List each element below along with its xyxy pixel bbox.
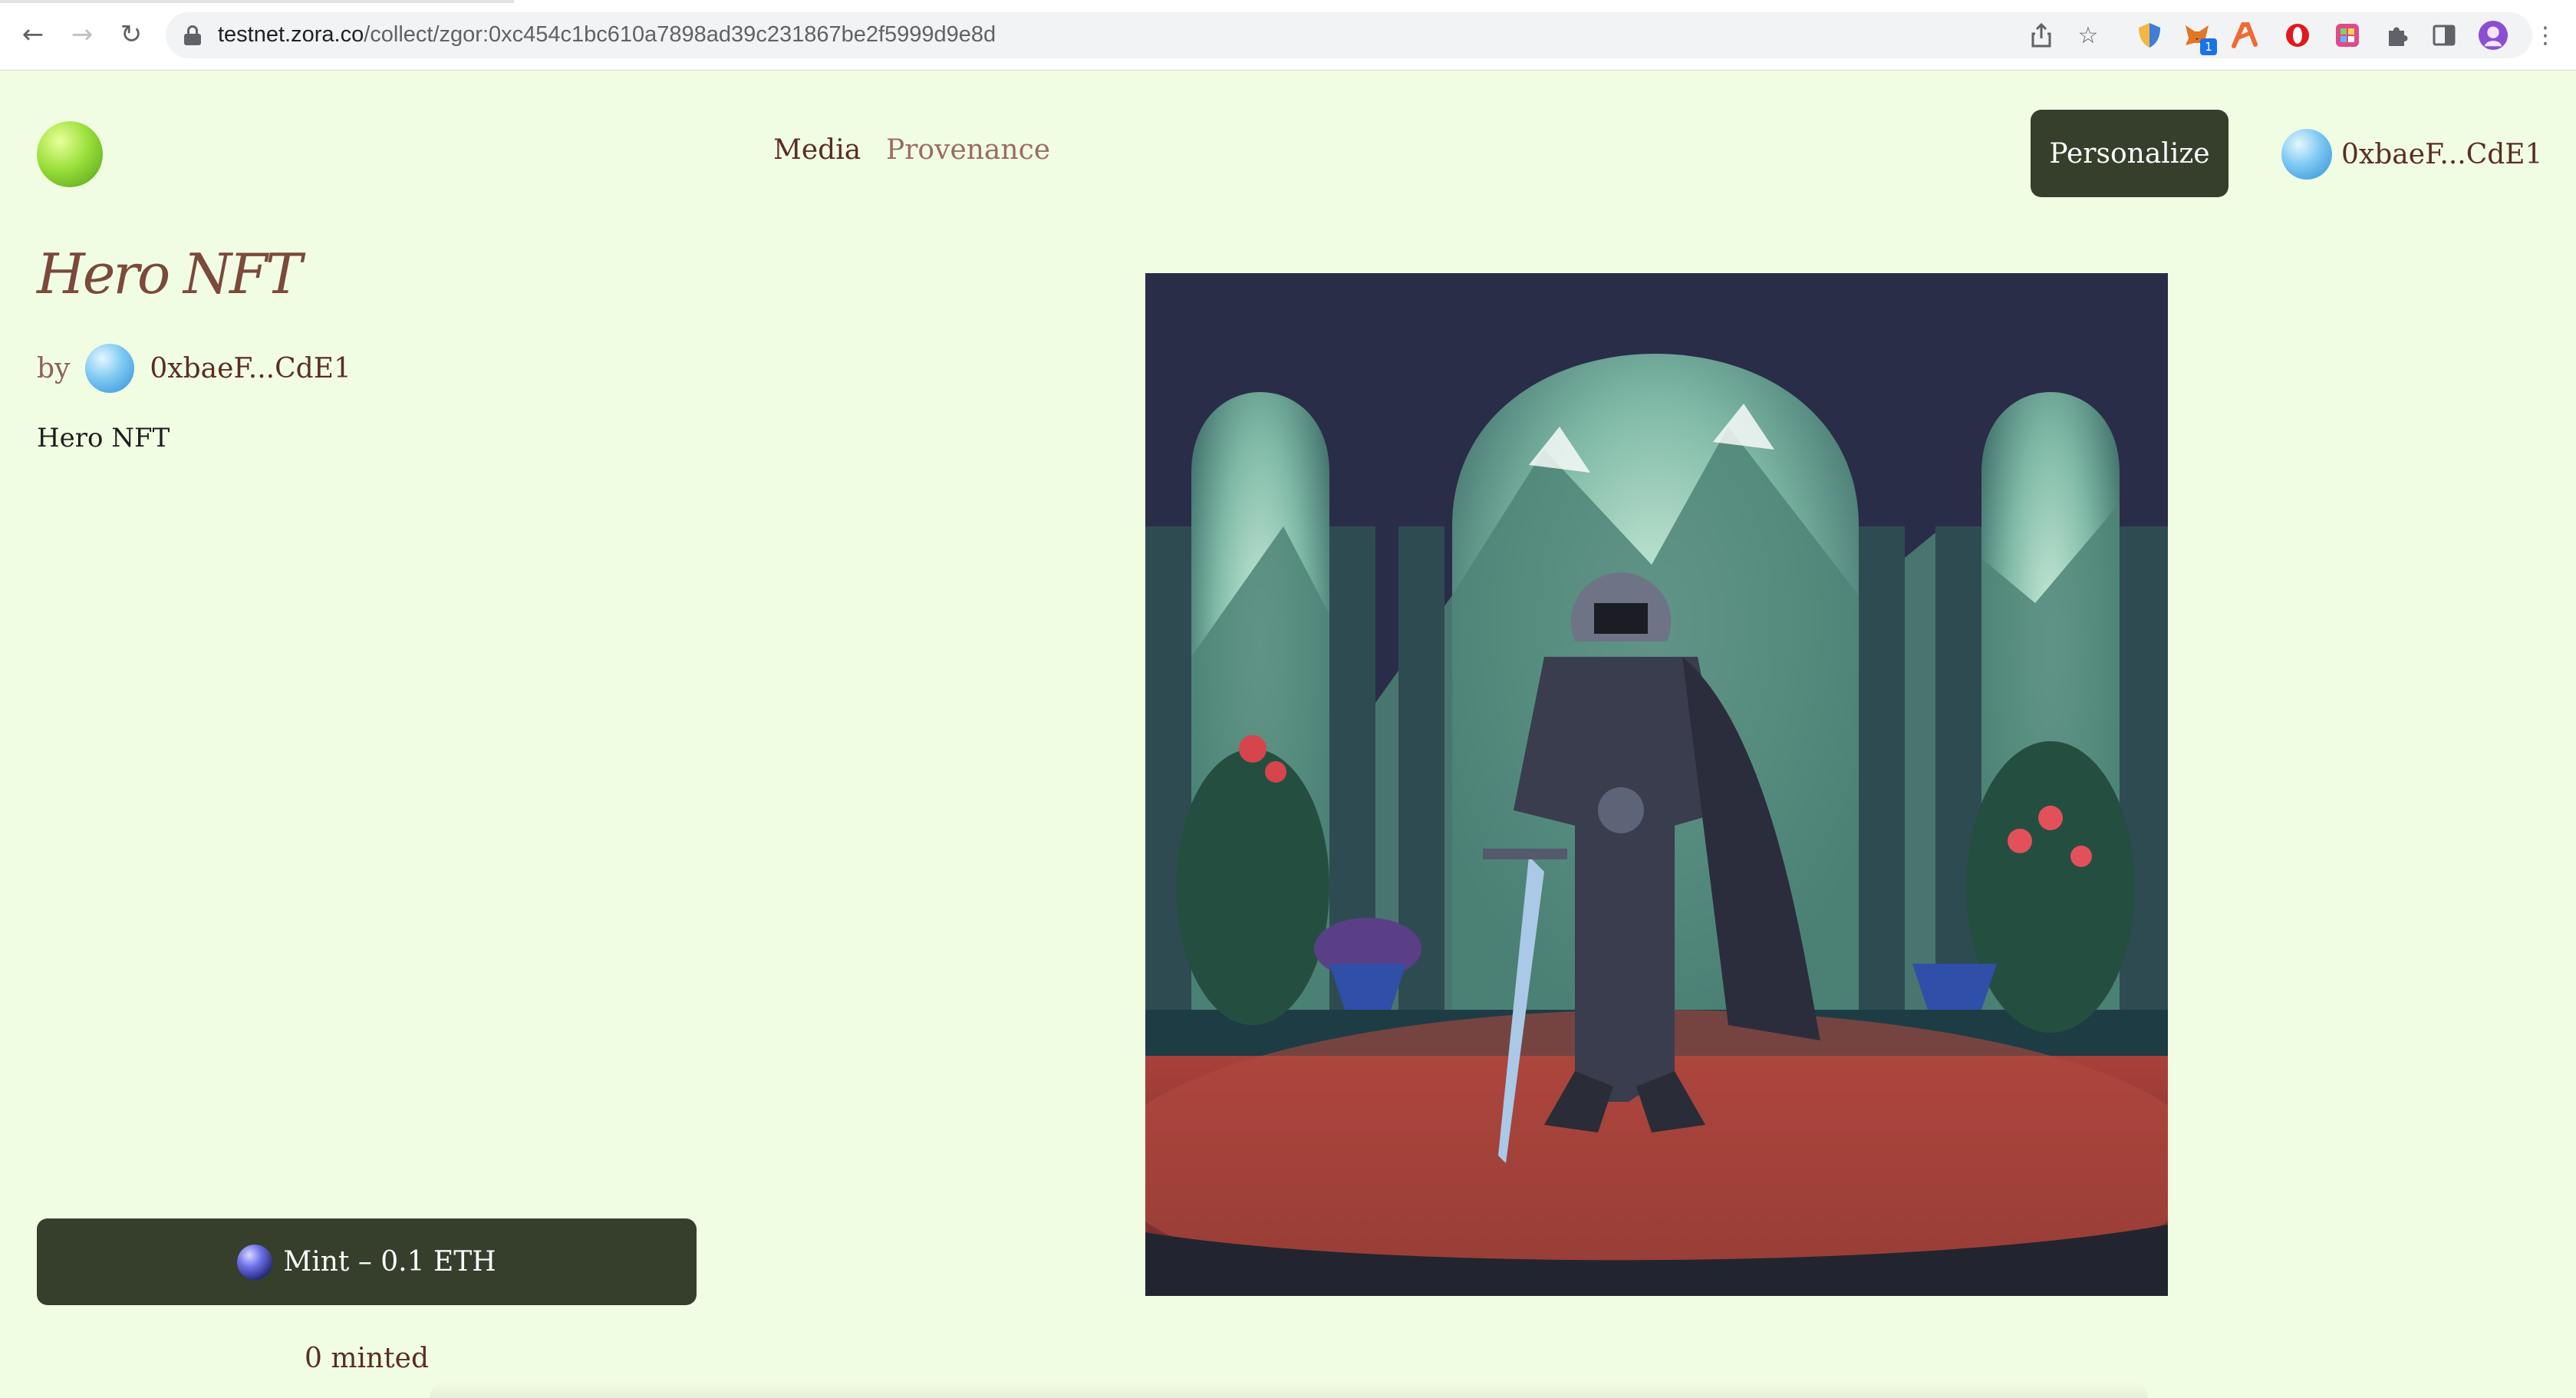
tab-strip-edge xyxy=(0,0,514,3)
bottom-shadow xyxy=(430,1381,2148,1398)
account-address: 0xbaeF...CdE1 xyxy=(2341,138,2543,170)
url-text[interactable]: testnet.zora.co/collect/zgor:0xc454c1bc6… xyxy=(218,22,996,48)
extension-badge: 1 xyxy=(2200,38,2217,55)
lock-icon[interactable] xyxy=(184,25,201,45)
personalize-button[interactable]: Personalize xyxy=(2031,110,2228,197)
browser-toolbar: ← → ↻ testnet.zora.co/collect/zgor:0xc45… xyxy=(0,0,2576,71)
star-icon[interactable]: ☆ xyxy=(2073,20,2103,51)
puzzle-colored-extension-icon[interactable] xyxy=(2332,20,2363,51)
account-avatar xyxy=(2281,129,2332,180)
account-button[interactable]: 0xbaeF...CdE1 xyxy=(2281,129,2543,180)
by-label: by xyxy=(37,352,71,384)
arc-extension-icon[interactable] xyxy=(2229,20,2260,51)
menu-icon[interactable]: ⋮ xyxy=(2530,20,2561,51)
url-host: testnet.zora.co xyxy=(218,22,364,47)
opera-extension-icon[interactable] xyxy=(2282,20,2313,51)
creator-address-link[interactable]: 0xbaeF...CdE1 xyxy=(150,353,351,384)
profile-avatar-icon[interactable] xyxy=(2478,20,2508,51)
creator-byline: by 0xbaeF...CdE1 xyxy=(37,344,351,393)
url-path: /collect/zgor:0xc454c1bc610a7898ad39c231… xyxy=(364,22,996,47)
share-icon[interactable] xyxy=(2026,20,2057,51)
creator-avatar[interactable] xyxy=(85,344,135,393)
zora-logo[interactable] xyxy=(37,121,103,187)
reload-icon[interactable]: ↻ xyxy=(114,17,149,52)
token-description: Hero NFT xyxy=(37,423,170,453)
nav-provenance-link[interactable]: Provenance xyxy=(886,134,1050,166)
side-panel-icon[interactable] xyxy=(2429,20,2459,51)
minted-count: 0 minted xyxy=(305,1343,429,1374)
eth-icon xyxy=(237,1244,273,1280)
nft-artwork-image[interactable] xyxy=(1145,273,2168,1296)
fox-wallet-extension-icon[interactable]: 1 xyxy=(2182,20,2217,55)
nav-media-link[interactable]: Media xyxy=(773,134,861,166)
back-icon[interactable]: ← xyxy=(15,17,51,52)
token-title: Hero NFT xyxy=(37,242,302,306)
forward-icon[interactable]: → xyxy=(64,17,100,52)
extensions-icon[interactable] xyxy=(2381,20,2412,51)
mint-button-label: Mint – 0.1 ETH xyxy=(283,1246,496,1278)
shield-extension-icon[interactable] xyxy=(2134,20,2165,51)
mint-button[interactable]: Mint – 0.1 ETH xyxy=(37,1218,697,1305)
